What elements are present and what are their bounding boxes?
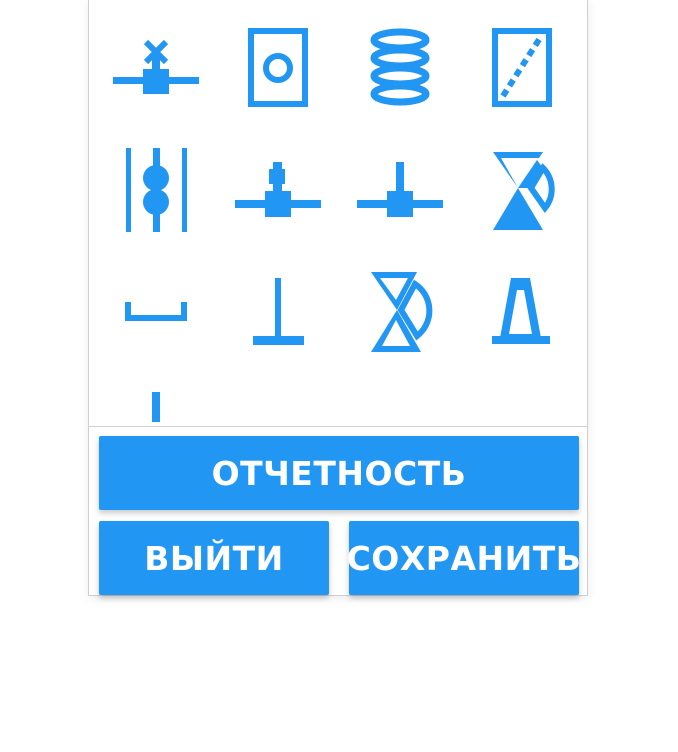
manual-valve-icon[interactable] <box>227 138 327 238</box>
exit-button[interactable]: ВЫЙТИ <box>99 521 329 595</box>
partial-symbol-icon[interactable] <box>105 382 205 426</box>
cone-reducer-icon[interactable] <box>471 260 571 360</box>
t-support-icon[interactable] <box>227 260 327 360</box>
tee-tap-icon[interactable] <box>349 138 449 238</box>
orifice-plate-icon[interactable] <box>227 18 327 118</box>
angle-check-valve-icon[interactable] <box>349 260 449 360</box>
angle-valve-icon[interactable] <box>471 138 571 238</box>
save-button[interactable]: СОХРАНИТЬ <box>347 521 581 595</box>
symbol-palette[interactable] <box>89 0 587 427</box>
rupture-disc-icon[interactable] <box>471 18 571 118</box>
cap-icon[interactable] <box>105 260 205 360</box>
report-button[interactable]: ОТЧЕТНОСТЬ <box>99 436 579 510</box>
coil-spring-icon[interactable] <box>349 18 449 118</box>
double-ball-check-icon[interactable] <box>105 138 205 238</box>
symbol-panel: ОТЧЕТНОСТЬ ВЫЙТИ СОХРАНИТЬ <box>88 0 588 596</box>
valve-with-actuator-icon[interactable] <box>105 18 205 118</box>
